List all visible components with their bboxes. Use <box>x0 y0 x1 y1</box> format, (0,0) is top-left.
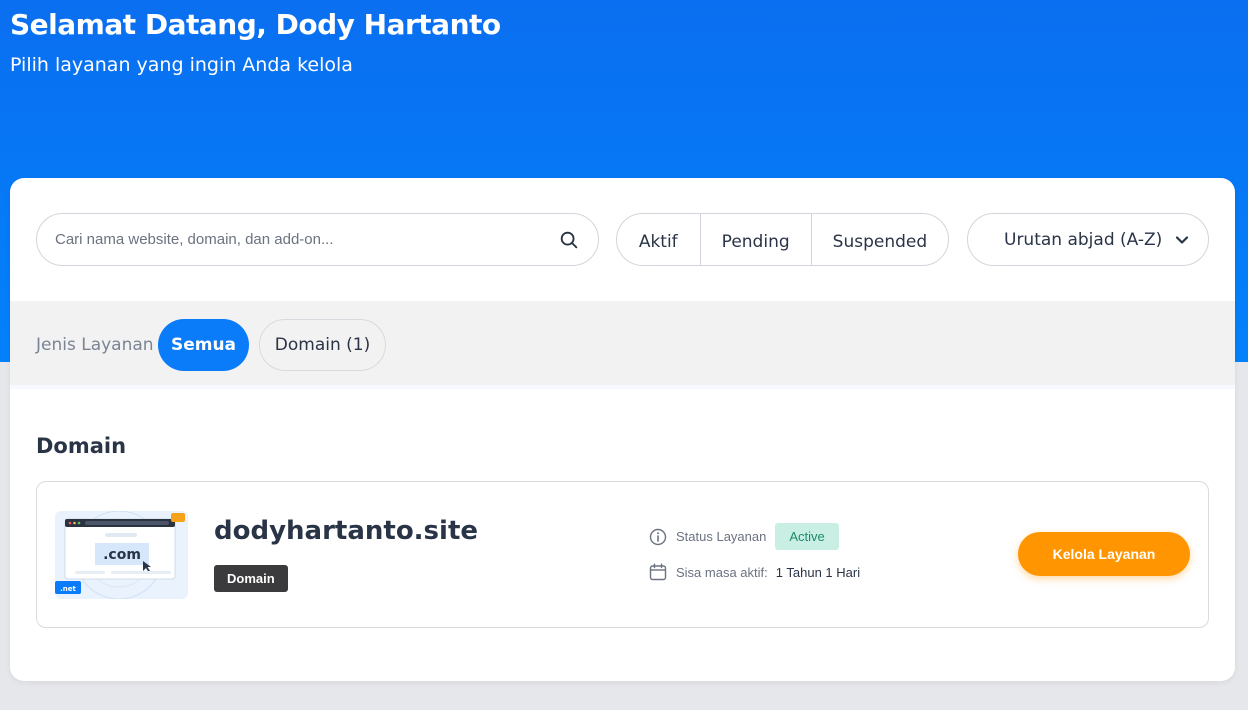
service-type-badge: Domain <box>214 565 288 592</box>
filter-suspended-button[interactable]: Suspended <box>812 214 948 265</box>
service-type-label: Jenis Layanan <box>36 335 154 355</box>
service-card: .com .net dodyhartanto.site Domain Statu… <box>36 481 1209 628</box>
status-filter-group: Aktif Pending Suspended <box>616 213 949 266</box>
search-box[interactable] <box>36 213 599 266</box>
welcome-title: Selamat Datang, Dody Hartanto <box>10 8 501 41</box>
manage-service-button[interactable]: Kelola Layanan <box>1018 532 1190 576</box>
filter-domain-pill[interactable]: Domain (1) <box>259 319 386 371</box>
status-badge: Active <box>775 523 839 550</box>
section-title-domain: Domain <box>36 434 127 458</box>
service-expiry-row: Sisa masa aktif: 1 Tahun 1 Hari <box>649 563 860 581</box>
welcome-subtitle: Pilih layanan yang ingin Anda kelola <box>10 54 353 76</box>
thumbnail-com-text: .com <box>103 547 141 563</box>
filter-all-pill[interactable]: Semua <box>158 319 249 371</box>
expiry-value: 1 Tahun 1 Hari <box>775 564 861 580</box>
sort-dropdown[interactable]: Urutan abjad (A-Z) <box>967 213 1209 266</box>
thumbnail-net-text: .net <box>60 585 76 593</box>
domain-thumbnail-image: .com .net <box>55 511 188 599</box>
search-icon[interactable] <box>558 229 580 251</box>
info-icon <box>649 528 667 545</box>
service-domain-name: dodyhartanto.site <box>214 516 479 546</box>
filter-pending-button[interactable]: Pending <box>701 214 812 265</box>
search-input[interactable] <box>55 231 550 248</box>
service-status-row: Status Layanan Active <box>649 523 839 550</box>
services-card: Aktif Pending Suspended Urutan abjad (A-… <box>10 178 1235 681</box>
status-label: Status Layanan <box>676 529 767 544</box>
calendar-icon <box>649 563 667 581</box>
filter-aktif-button[interactable]: Aktif <box>617 214 701 265</box>
service-type-filter-bar: Jenis Layanan Semua Domain (1) <box>10 301 1235 389</box>
chevron-down-icon <box>1176 235 1189 244</box>
sort-label: Urutan abjad (A-Z) <box>1004 229 1163 250</box>
expiry-label: Sisa masa aktif: <box>676 564 768 580</box>
